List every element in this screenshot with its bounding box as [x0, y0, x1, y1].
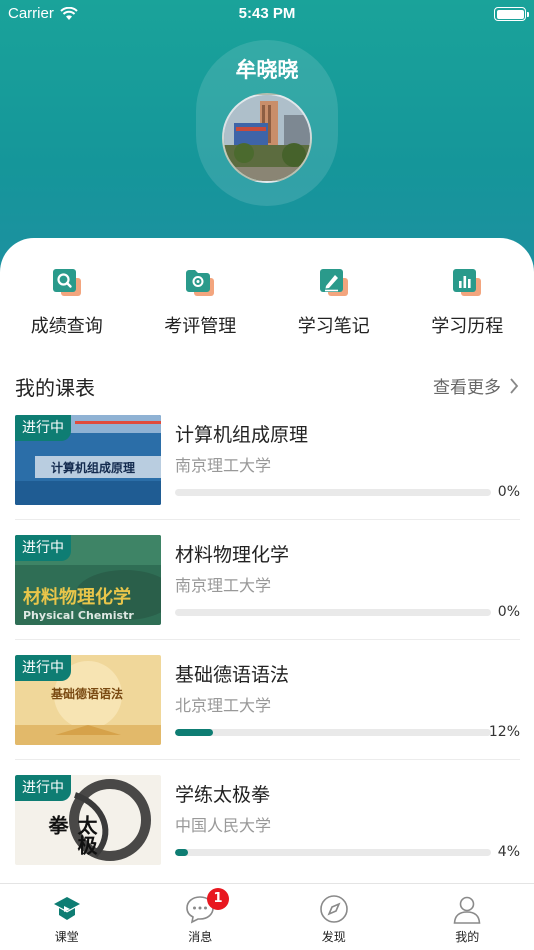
- course-cover: 太极拳 进行中: [15, 775, 161, 865]
- quick-actions: 成绩查询 考评管理 学习笔记 学习历程: [0, 266, 534, 346]
- progress-fill: [175, 729, 213, 736]
- status-tag: 进行中: [15, 415, 71, 441]
- progress-label: 4%: [497, 844, 520, 860]
- user-name[interactable]: 牟晓晓: [0, 54, 534, 84]
- notes-edit-icon: [319, 269, 348, 296]
- avatar-photo: [224, 95, 310, 181]
- cover-subtitle: Physical Chemistr: [23, 609, 134, 622]
- history-chart-icon: [453, 269, 482, 296]
- progress-bar: [175, 729, 491, 736]
- course-cover: 材料物理化学 Physical Chemistr 进行中: [15, 535, 161, 625]
- course-school: 北京理工大学: [175, 696, 272, 715]
- course-item[interactable]: 基础德语语法 进行中 基础德语语法 北京理工大学 12%: [15, 640, 520, 760]
- tab-bar: 课堂 消息 发现 我的: [0, 883, 534, 950]
- cover-title: 基础德语语法: [51, 687, 124, 701]
- course-title: 计算机组成原理: [175, 424, 309, 446]
- quick-action-grades[interactable]: 成绩查询: [0, 266, 134, 346]
- progress-label: 12%: [488, 724, 520, 740]
- course-title: 基础德语语法: [175, 664, 290, 686]
- course-title: 材料物理化学: [175, 544, 290, 566]
- course-item[interactable]: 材料物理化学 Physical Chemistr 进行中 材料物理化学 南京理工…: [15, 520, 520, 640]
- section-title: 我的课表: [15, 376, 95, 400]
- quick-action-label: 成绩查询: [30, 316, 103, 337]
- schedule-header: 我的课表 查看更多: [15, 370, 519, 400]
- quick-action-label: 学习历程: [431, 316, 504, 337]
- cover-title: 太极拳: [45, 815, 98, 855]
- course-cover: 基础德语语法 进行中: [15, 655, 161, 745]
- progress-label: 0%: [497, 484, 520, 500]
- status-tag: 进行中: [15, 535, 71, 561]
- tab-profile[interactable]: 我的: [401, 884, 534, 950]
- cover-title: 计算机组成原理: [51, 461, 136, 475]
- avatar[interactable]: [222, 93, 312, 183]
- course-item[interactable]: 计算机组成原理 进行中 计算机组成原理 南京理工大学 0%: [15, 400, 520, 520]
- evaluation-folder-icon: [186, 270, 215, 296]
- tab-label: 发现: [321, 930, 346, 944]
- view-more-link[interactable]: 查看更多: [433, 373, 519, 398]
- progress-fill: [175, 849, 188, 856]
- cover-title: 材料物理化学: [23, 587, 131, 608]
- quick-action-label: 考评管理: [164, 316, 237, 337]
- progress-bar: [175, 849, 491, 856]
- tab-label: 我的: [455, 930, 480, 944]
- classroom-icon: [53, 897, 80, 920]
- tab-discover[interactable]: 发现: [267, 884, 401, 950]
- view-more-label: 查看更多: [433, 378, 501, 398]
- message-badge: 1: [207, 888, 229, 910]
- tab-messages[interactable]: 消息: [134, 884, 268, 950]
- quick-action-evaluation[interactable]: 考评管理: [134, 266, 268, 346]
- battery-icon: [494, 7, 529, 21]
- status-tag: 进行中: [15, 655, 71, 681]
- progress-bar: [175, 609, 491, 616]
- course-item[interactable]: 太极拳 进行中 学练太极拳 中国人民大学 4%: [15, 760, 520, 880]
- quick-action-label: 学习笔记: [297, 316, 370, 337]
- quick-action-history[interactable]: 学习历程: [401, 266, 534, 346]
- compass-icon: [319, 895, 348, 923]
- quick-action-notes[interactable]: 学习笔记: [267, 266, 401, 346]
- tab-label: 消息: [188, 930, 213, 944]
- progress-bar: [175, 489, 491, 496]
- course-school: 南京理工大学: [175, 576, 272, 595]
- status-bar: Carrier 5:43 PM: [0, 0, 534, 28]
- clock: 5:43 PM: [238, 5, 296, 22]
- progress-label: 0%: [497, 604, 520, 620]
- grade-search-icon: [52, 269, 81, 296]
- tab-label: 课堂: [54, 930, 79, 944]
- profile-icon: [453, 896, 481, 924]
- course-title: 学练太极拳: [175, 784, 271, 806]
- course-school: 中国人民大学: [175, 816, 272, 835]
- chevron-right-icon: [510, 377, 519, 394]
- course-cover: 计算机组成原理 进行中: [15, 415, 161, 505]
- tab-classroom[interactable]: 课堂: [0, 884, 134, 950]
- status-tag: 进行中: [15, 775, 71, 801]
- course-school: 南京理工大学: [175, 456, 272, 475]
